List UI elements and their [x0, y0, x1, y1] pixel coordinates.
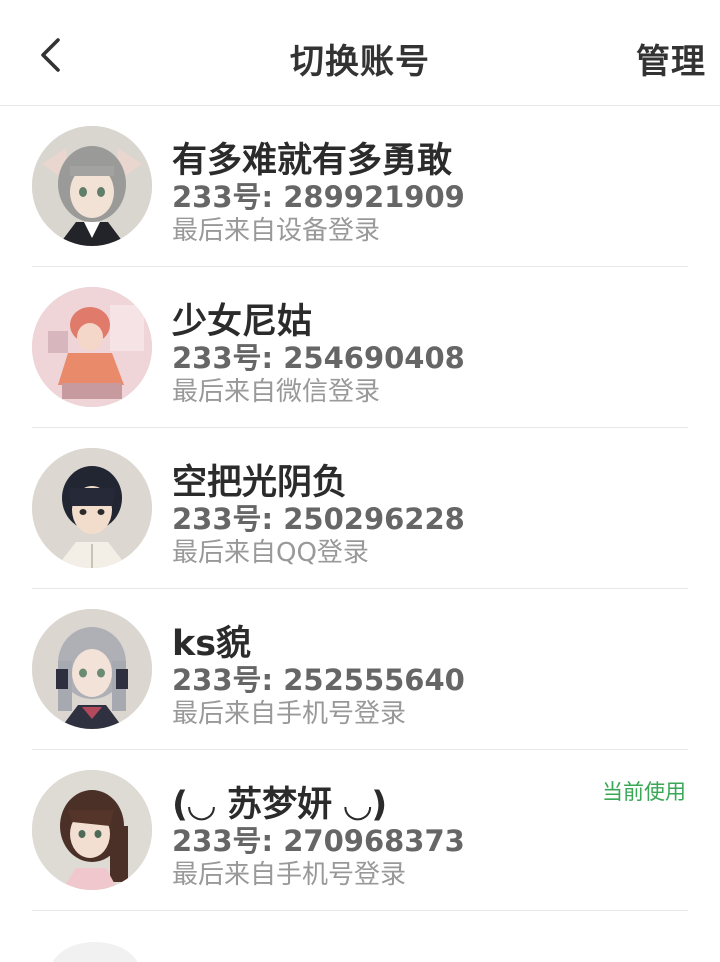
avatar: [32, 287, 152, 407]
top-nav-bar: 切换账号 管理: [0, 0, 720, 106]
account-login-source: 最后来自微信登录: [172, 377, 381, 407]
account-item-current[interactable]: (◡ 苏梦妍 ◡) 233号: 270968373 最后来自手机号登录 当前使用: [32, 750, 688, 911]
account-item[interactable]: 少女尼姑 233号: 254690408 最后来自微信登录: [32, 267, 688, 428]
account-login-source: 最后来自手机号登录: [172, 699, 407, 729]
account-list: 有多难就有多勇敢 233号: 289921909 最后来自设备登录 少女尼姑 2…: [0, 106, 720, 911]
avatar: [32, 609, 152, 729]
account-login-source: 最后来自QQ登录: [172, 538, 369, 568]
account-login-source: 最后来自设备登录: [172, 216, 381, 246]
account-item[interactable]: ks貌 233号: 252555640 最后来自手机号登录: [32, 589, 688, 750]
avatar: [32, 126, 152, 246]
account-item[interactable]: 空把光阴负 233号: 250296228 最后来自QQ登录: [32, 428, 688, 589]
account-item[interactable]: 有多难就有多勇敢 233号: 289921909 最后来自设备登录: [32, 106, 688, 267]
page-title: 切换账号: [290, 42, 430, 82]
avatar: [32, 770, 152, 890]
next-account-avatar-partial: [50, 942, 140, 962]
current-account-badge: 当前使用: [602, 780, 686, 804]
avatar: [32, 448, 152, 568]
manage-button[interactable]: 管理: [636, 34, 706, 83]
account-login-source: 最后来自手机号登录: [172, 860, 407, 890]
